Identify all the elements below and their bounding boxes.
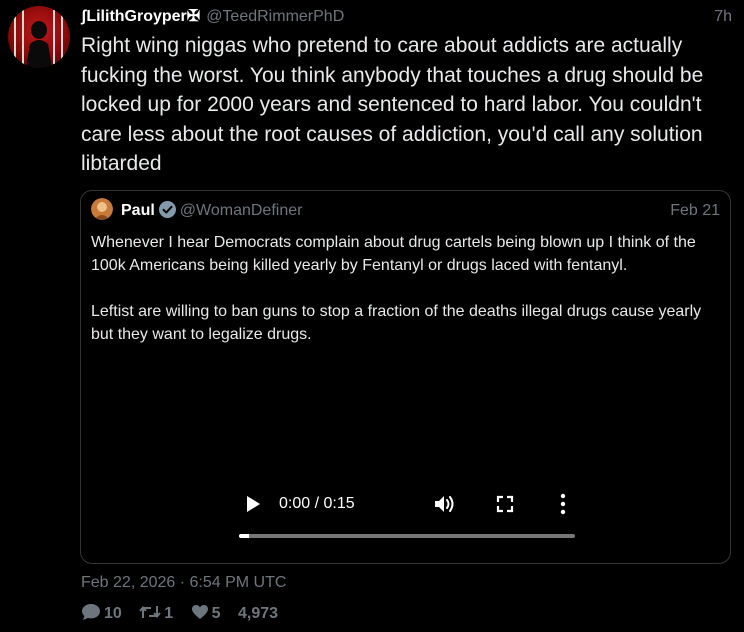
retweet-count: 1: [164, 605, 174, 622]
fullscreen-icon[interactable]: [496, 495, 514, 513]
like-stat[interactable]: 5: [191, 602, 221, 626]
quote-avatar[interactable]: [91, 198, 113, 220]
tweet-text: Right wing niggas who pretend to care ab…: [81, 34, 704, 175]
heart-icon: [191, 604, 208, 619]
quote-date[interactable]: Feb 21: [670, 200, 720, 222]
video-time: 0:00 / 0:15: [279, 495, 355, 512]
like-count: 5: [211, 605, 221, 622]
quote-paragraph: Leftist are willing to ban guns to stop …: [91, 303, 702, 343]
video-progress-fill: [239, 534, 250, 538]
tweet-full-date[interactable]: Feb 22, 2026 · 6:54 PM UTC: [81, 572, 286, 594]
retweet-icon: [139, 605, 162, 618]
comment-icon: [82, 603, 100, 620]
reply-stat[interactable]: 10: [81, 602, 122, 626]
tweet-time[interactable]: 7h: [714, 6, 732, 28]
retweet-stat[interactable]: 1: [139, 602, 173, 626]
video-progress-bar[interactable]: [239, 534, 575, 538]
more-vertical-icon[interactable]: [560, 493, 566, 515]
quote-text: Whenever I hear Democrats complain about…: [91, 231, 716, 369]
quote-header: Paul @WomanDefiner Feb 21: [91, 198, 720, 222]
quote-handle[interactable]: @WomanDefiner: [180, 202, 303, 219]
avatar[interactable]: [8, 6, 70, 68]
video-player[interactable]: 0:00 / 0:15: [221, 477, 591, 549]
reply-count: 10: [104, 605, 122, 622]
quoted-tweet[interactable]: Paul @WomanDefiner Feb 21 Whenever I hea…: [80, 190, 731, 564]
tweet-stats: 10 1 5 4,973: [81, 602, 291, 626]
volume-icon[interactable]: [434, 494, 458, 514]
user-handle[interactable]: @TeedRimmerPhD: [206, 8, 344, 25]
views-count: 4,973: [237, 605, 279, 622]
verified-badge-icon: [158, 200, 176, 218]
tweet-header: ʃLilithGroyper✠ @TeedRimmerPhD 7h: [81, 6, 732, 28]
quote-display-name[interactable]: Paul: [121, 202, 155, 219]
display-name[interactable]: ʃLilithGroyper✠: [81, 8, 200, 25]
quote-paragraph: Whenever I hear Democrats complain about…: [91, 234, 696, 274]
views-stat: 4,973: [238, 602, 278, 626]
play-icon[interactable]: [245, 495, 261, 513]
